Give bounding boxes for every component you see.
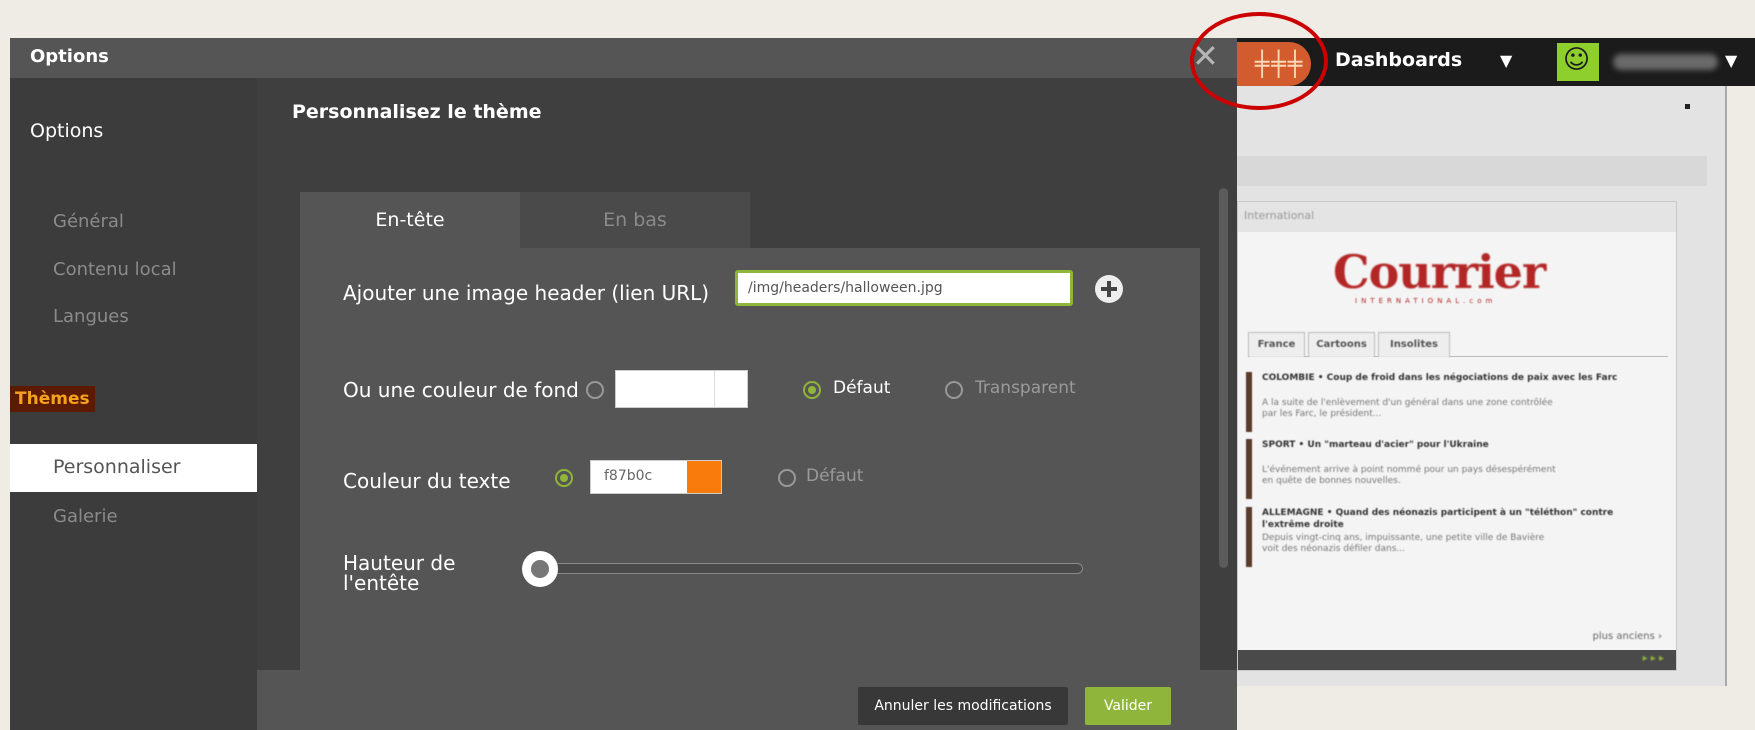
- background-transparent-radio[interactable]: [945, 381, 963, 399]
- background-color-label: Ou une couleur de fond: [343, 378, 579, 402]
- modal-titlebar: Options ✕: [10, 38, 1237, 78]
- modal-title: Options: [30, 46, 109, 67]
- text-color-default-label: Défaut: [806, 466, 864, 486]
- background-transparent-label: Transparent: [975, 378, 1076, 398]
- equalizer-icon[interactable]: ╪╪╪: [1237, 42, 1311, 86]
- equalizer-glyph: ╪╪╪: [1255, 50, 1305, 78]
- sidebar-item-themes[interactable]: Thèmes: [10, 386, 95, 412]
- news-body: Depuis vingt-cinq ans, impuissante, une …: [1262, 533, 1545, 554]
- options-modal: Options ✕ Options Général Contenu local …: [10, 38, 1237, 730]
- news-thumbnail: [1246, 507, 1252, 567]
- close-icon[interactable]: ✕: [1192, 40, 1219, 72]
- widget-tabs: France Cartoons Insolites: [1248, 332, 1668, 357]
- cancel-changes-button[interactable]: Annuler les modifications: [858, 687, 1068, 725]
- widget-footer-text: ▸ ▸ ▸: [1642, 653, 1664, 664]
- background-default-radio[interactable]: [803, 381, 821, 399]
- widget-title: International: [1244, 209, 1315, 222]
- news-item[interactable]: ALLEMAGNE • Quand des néonazis participe…: [1246, 507, 1666, 577]
- options-sidebar: Options Général Contenu local Langues Th…: [10, 78, 257, 730]
- background-default-label: Défaut: [833, 378, 891, 398]
- text-color-label: Couleur du texte: [343, 469, 511, 493]
- sidebar-item-contenu-local[interactable]: Contenu local: [53, 259, 177, 280]
- sidebar-item-themes-label: Thèmes: [15, 389, 90, 409]
- news-widget: International Courrier INTERNATIONAL.com…: [1237, 201, 1677, 671]
- text-color-value: f87b0c: [604, 468, 653, 484]
- header-image-label: Ajouter une image header (lien URL): [343, 281, 710, 305]
- background-menu-dot: [1685, 104, 1690, 109]
- theme-panel: Personnalisez le thème En-tête En bas Aj…: [257, 78, 1237, 670]
- background-color-picker[interactable]: [615, 370, 748, 408]
- user-menu[interactable]: [1613, 54, 1718, 70]
- news-title: SPORT • Un "marteau d'acier" pour l'Ukra…: [1262, 440, 1489, 450]
- tab-panel-en-tete: Ajouter une image header (lien URL) Ou u…: [300, 248, 1200, 670]
- text-color-default-radio[interactable]: [778, 469, 796, 487]
- logo-text: Courrier: [1333, 245, 1546, 299]
- news-body: L'événement arrive à point nommé pour un…: [1262, 465, 1556, 486]
- tab-en-tete[interactable]: En-tête: [300, 192, 520, 256]
- widget-header: International: [1238, 202, 1676, 232]
- text-color-custom-radio[interactable]: [555, 469, 573, 487]
- dashboards-menu[interactable]: Dashboards: [1335, 49, 1462, 71]
- widget-footer: ▸ ▸ ▸: [1238, 650, 1676, 670]
- more-news-link[interactable]: plus anciens ›: [1593, 631, 1662, 642]
- tab-en-bas[interactable]: En bas: [520, 192, 750, 256]
- top-navigation-bar: ╪╪╪ Dashboards ▼ ☺ ▼: [1237, 38, 1755, 86]
- logo-subtext: INTERNATIONAL.com: [1355, 297, 1497, 305]
- panel-scrollbar[interactable]: [1219, 188, 1228, 568]
- sidebar-item-galerie[interactable]: Galerie: [53, 506, 118, 527]
- header-height-label: Hauteur de l'entête: [343, 551, 456, 595]
- sidebar-item-personnaliser-label: Personnaliser: [53, 456, 181, 478]
- plus-circle-icon[interactable]: [1095, 275, 1123, 303]
- courrier-international-logo: Courrier INTERNATIONAL.com: [1333, 245, 1573, 315]
- news-item[interactable]: SPORT • Un "marteau d'acier" pour l'Ukra…: [1246, 439, 1666, 509]
- widget-tab-france[interactable]: France: [1248, 332, 1305, 357]
- smiley-avatar-icon[interactable]: ☺: [1557, 43, 1599, 81]
- sidebar-item-general[interactable]: Général: [53, 211, 124, 232]
- chevron-down-icon[interactable]: ▼: [1500, 51, 1512, 70]
- chevron-down-icon[interactable]: ▼: [1725, 51, 1737, 70]
- background-custom-radio[interactable]: [586, 381, 604, 399]
- header-height-slider[interactable]: [533, 563, 1083, 574]
- news-body: A la suite de l'enlèvement d'un général …: [1262, 398, 1553, 419]
- news-title: ALLEMAGNE • Quand des néonazis participe…: [1262, 508, 1614, 530]
- modal-footer: Annuler les modifications Valider: [257, 670, 1237, 730]
- text-color-input[interactable]: f87b0c: [590, 460, 722, 494]
- news-thumbnail: [1246, 439, 1252, 499]
- header-height-slider-handle[interactable]: [522, 551, 558, 587]
- news-item[interactable]: COLOMBIE • Coup de froid dans les négoci…: [1246, 372, 1666, 442]
- text-color-swatch[interactable]: [687, 461, 721, 493]
- avatar-smile: ☺: [1563, 45, 1591, 75]
- validate-button[interactable]: Valider: [1085, 687, 1171, 725]
- news-thumbnail: [1246, 372, 1252, 432]
- sidebar-item-langues[interactable]: Langues: [53, 306, 129, 327]
- background-dashboard: International Courrier INTERNATIONAL.com…: [1237, 86, 1727, 686]
- background-toolbar: [1237, 156, 1707, 186]
- news-title: COLOMBIE • Coup de froid dans les négoci…: [1262, 373, 1618, 383]
- widget-tab-cartoons[interactable]: Cartoons: [1308, 332, 1375, 357]
- header-image-url-input[interactable]: [735, 270, 1073, 306]
- sidebar-item-personnaliser[interactable]: Personnaliser: [10, 444, 257, 492]
- widget-tab-insolites[interactable]: Insolites: [1378, 332, 1450, 357]
- panel-title: Personnalisez le thème: [292, 101, 542, 123]
- sidebar-heading: Options: [30, 120, 104, 142]
